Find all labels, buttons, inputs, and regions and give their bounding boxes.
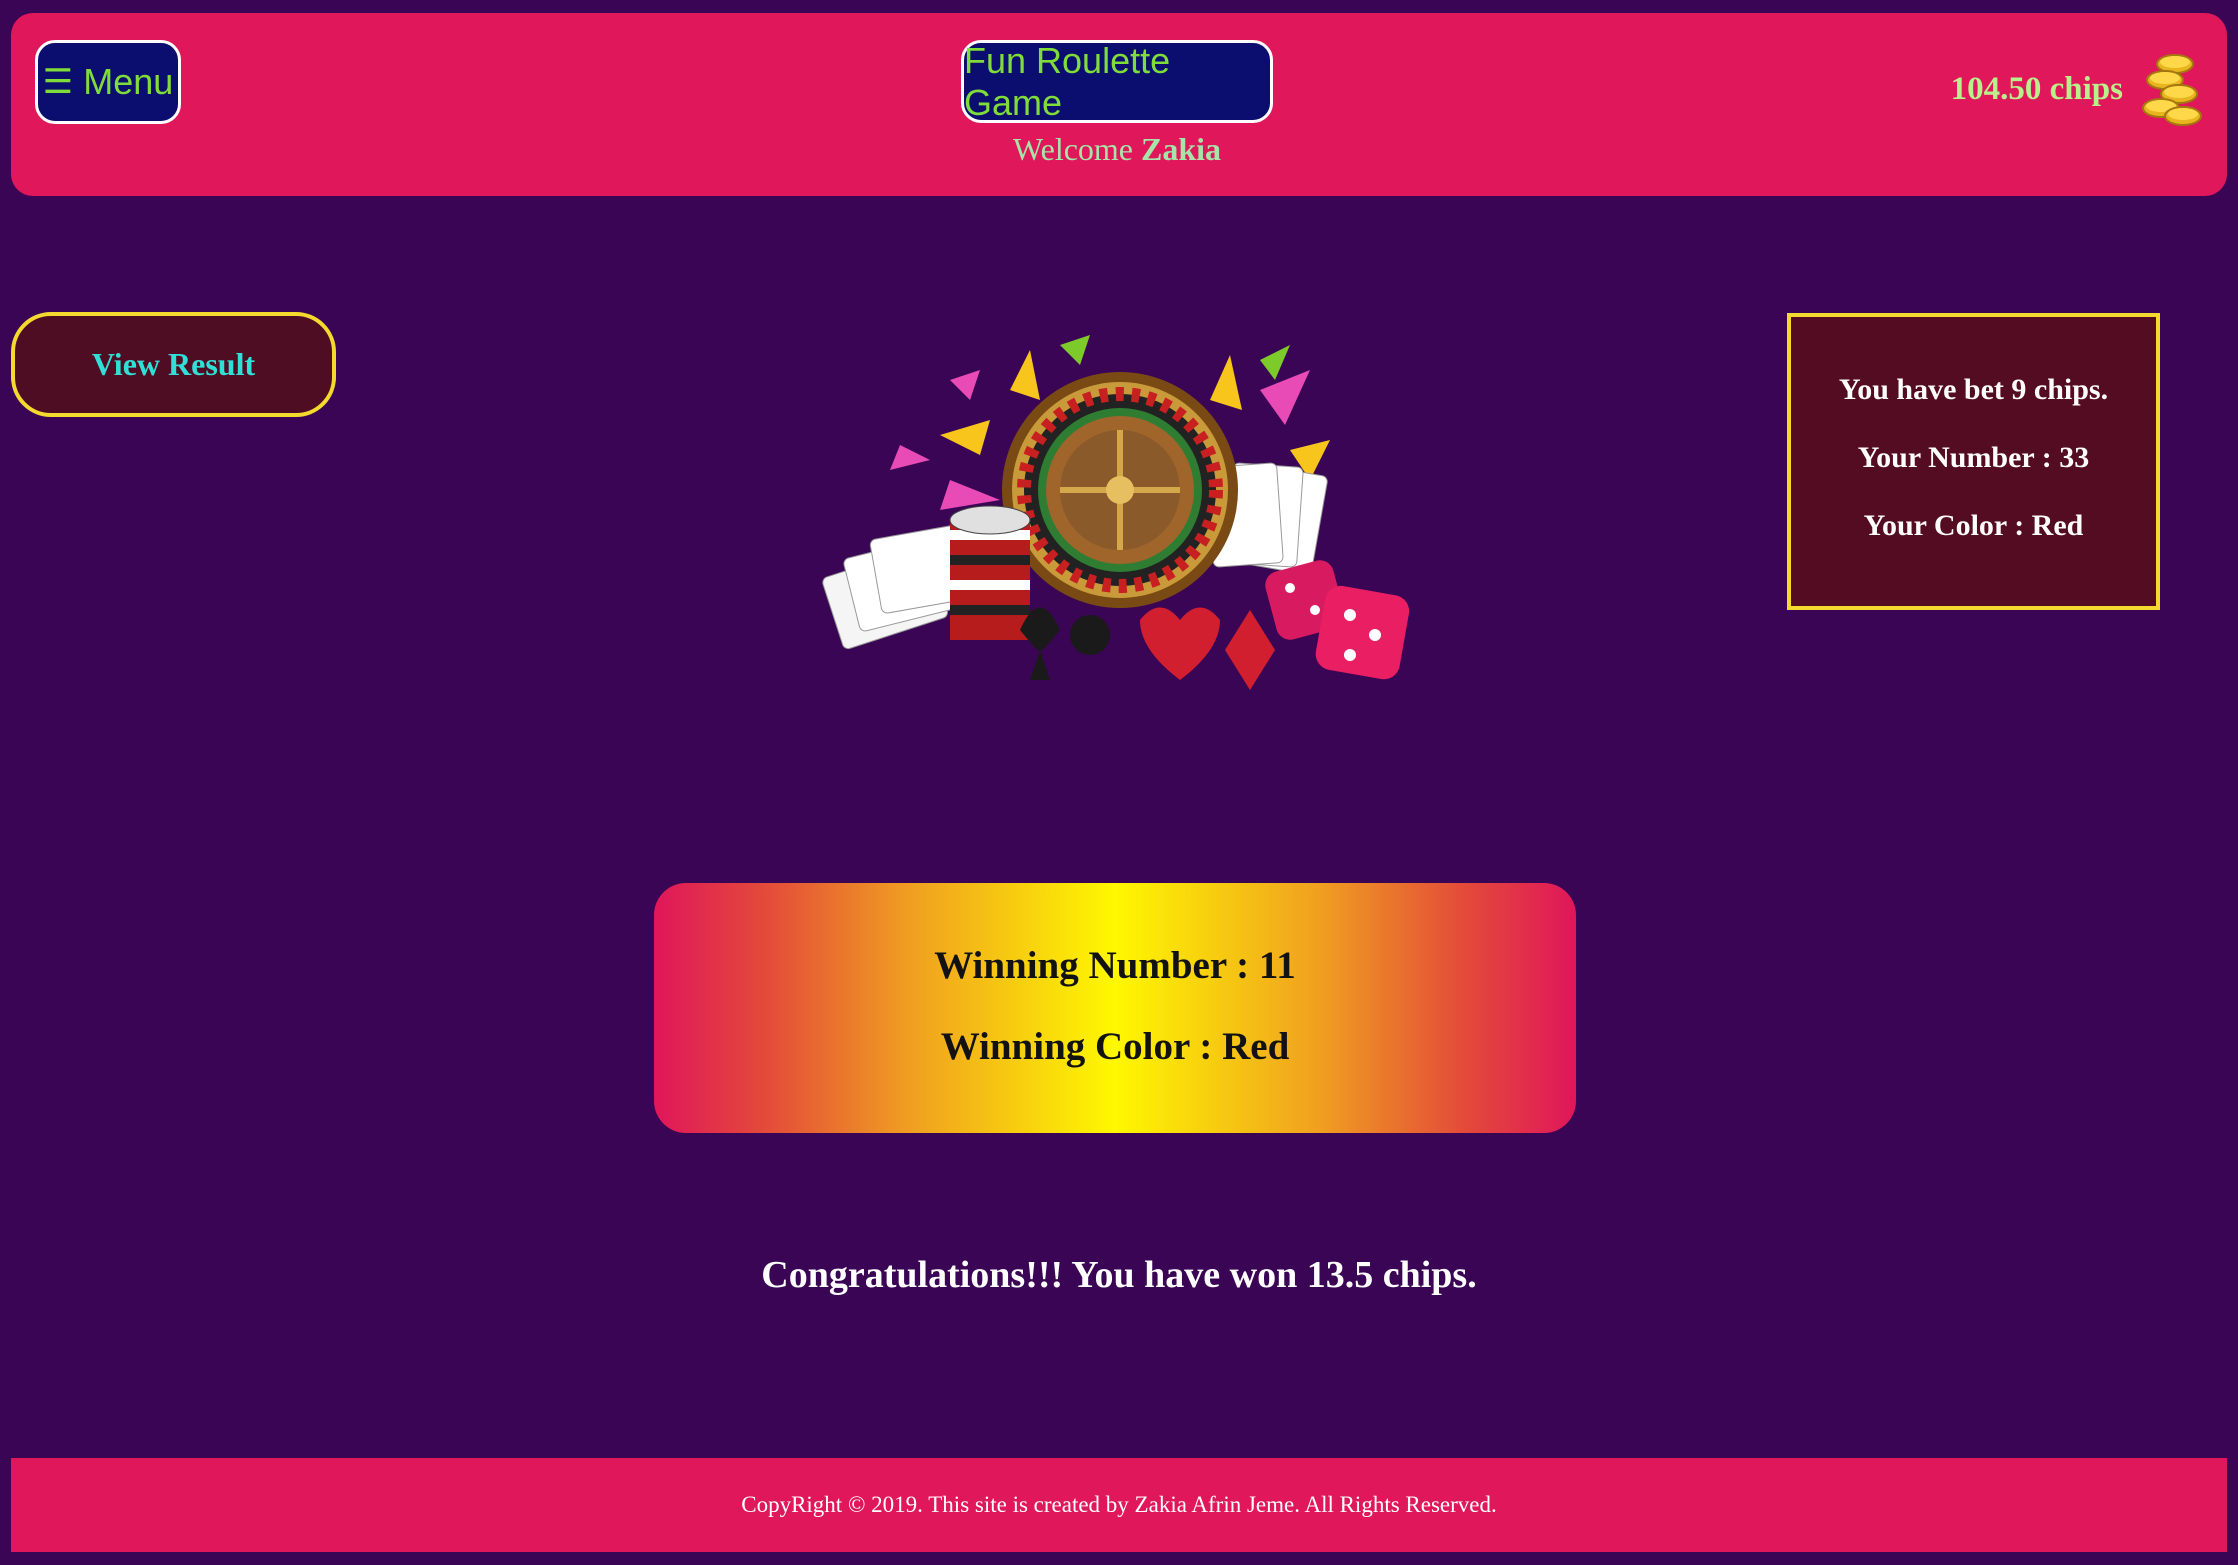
chips-balance-text: 104.50 chips (1950, 70, 2123, 107)
bet-amount-text: You have bet 9 chips. (1838, 373, 2109, 406)
congratulations-message: Congratulations!!! You have won 13.5 chi… (761, 1254, 1477, 1296)
casino-illustration (822, 335, 1410, 690)
your-number-text: Your Number : 33 (1857, 441, 2090, 474)
card-suits (1020, 607, 1275, 690)
winning-result-panel: Winning Number : 11 Winning Color : Red (654, 883, 1576, 1133)
username: Zakia (1141, 131, 1222, 167)
dice (1265, 560, 1410, 680)
menu-label: Menu (83, 61, 174, 102)
copyright-text: CopyRight © 2019. This site is created b… (741, 1492, 1497, 1517)
winning-number-text: Winning Number : 11 (934, 944, 1296, 987)
welcome-text: Welcome Zakia (911, 131, 1323, 168)
header-bar: ☰ Menu Fun Roulette Game Welcome Zakia 1… (11, 13, 2227, 196)
view-result-button[interactable]: View Result (11, 312, 336, 417)
winning-color-text: Winning Color : Red (940, 1025, 1290, 1068)
roulette-wheel (1002, 372, 1238, 608)
your-color-text: Your Color : Red (1863, 509, 2084, 542)
coins-icon (2142, 54, 2202, 126)
chips-balance: 104.50 chips (1951, 49, 2205, 129)
welcome-prefix: Welcome (1012, 131, 1133, 167)
bet-summary-panel: You have bet 9 chips. Your Number : 33 Y… (1787, 313, 2160, 610)
menu-button[interactable]: ☰ Menu (35, 40, 181, 124)
chip-stack (949, 505, 1031, 640)
game-title-button[interactable]: Fun Roulette Game (961, 40, 1273, 123)
footer: CopyRight © 2019. This site is created b… (11, 1458, 2227, 1552)
hamburger-icon: ☰ (42, 63, 74, 101)
